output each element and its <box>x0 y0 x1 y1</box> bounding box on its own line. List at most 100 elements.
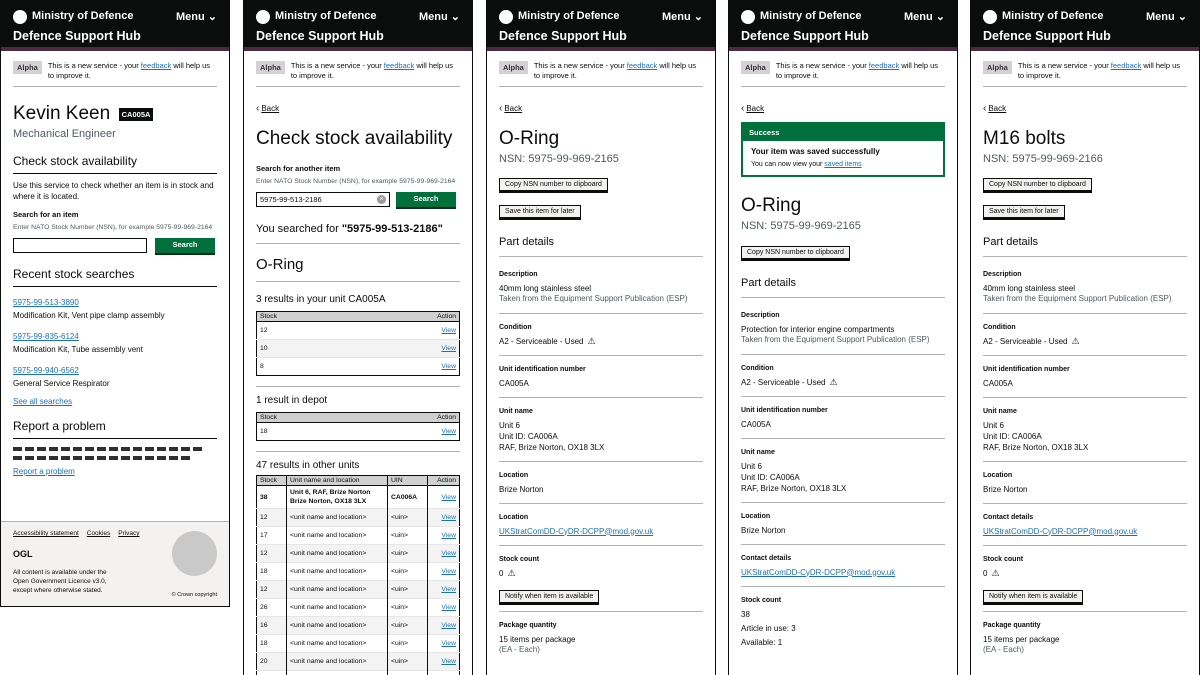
org-name[interactable]: Ministry of Defence <box>275 10 376 22</box>
service-name[interactable]: Defence Support Hub <box>741 29 869 43</box>
search-label: Search for an item <box>13 210 79 219</box>
divider <box>499 396 703 398</box>
org-name[interactable]: Ministry of Defence <box>1002 10 1103 22</box>
description-row: Description 40mm long stainless steel Ta… <box>983 271 1187 305</box>
item-title: M16 bolts <box>983 128 1066 149</box>
phase-text-before: This is a new service - your <box>1017 61 1111 70</box>
view-link[interactable]: View <box>441 327 456 334</box>
contact-row: Location UKStratComDD-CyDR-DCPP@mod.gov.… <box>499 514 703 537</box>
uin-cell: <uin> <box>387 580 428 599</box>
recent-search-link[interactable]: 5975-99-940-6562 <box>13 365 217 376</box>
view-link[interactable]: View <box>441 428 456 435</box>
menu-button[interactable]: Menu ⌄ <box>176 10 217 23</box>
unit-cell: <unit name and location> <box>286 544 388 563</box>
save-item-button[interactable]: Save this item for later <box>983 205 1065 218</box>
back-link[interactable]: Back <box>256 103 460 114</box>
search-input[interactable] <box>13 238 147 253</box>
divider <box>741 543 945 545</box>
copy-nsn-button[interactable]: Copy NSN number to clipboard <box>499 178 608 191</box>
view-link[interactable]: View <box>441 622 456 629</box>
mod-logo-icon[interactable] <box>13 10 27 24</box>
in-use-value: Article in use: 3 <box>741 623 796 633</box>
view-link[interactable]: View <box>441 640 456 647</box>
action-cell: View <box>427 616 460 635</box>
view-link[interactable]: View <box>441 550 456 557</box>
search-button[interactable]: Search <box>396 192 456 207</box>
view-link[interactable]: View <box>441 494 456 501</box>
uin-cell: <uin> <box>387 652 428 671</box>
clear-search-icon[interactable]: × <box>377 195 386 204</box>
notify-button[interactable]: Notify when item is available <box>499 589 600 603</box>
contact-row: Contact details UKStratComDD-CyDR-DCPP@m… <box>741 555 945 578</box>
service-name[interactable]: Defence Support Hub <box>13 29 141 43</box>
feedback-link[interactable]: feedback <box>1111 61 1141 70</box>
contact-email-link[interactable]: UKStratComDD-CyDR-DCPP@mod.gov.uk <box>499 526 703 537</box>
view-link[interactable]: View <box>441 532 456 539</box>
recent-search-link[interactable]: 5975-99-513-3890 <box>13 297 217 308</box>
service-name[interactable]: Defence Support Hub <box>499 29 627 43</box>
success-title: Success <box>743 124 943 141</box>
divider <box>741 501 945 503</box>
footer-link-accessibility[interactable]: Accessibility statement <box>13 530 79 537</box>
back-link[interactable]: Back <box>741 103 945 114</box>
search-hint: Enter NATO Stock Number (NSN), for examp… <box>13 224 213 231</box>
recent-search-link[interactable]: 5975-99-835-6124 <box>13 331 217 342</box>
contact-label: Contact details <box>983 513 1034 521</box>
org-name[interactable]: Ministry of Defence <box>32 10 133 22</box>
table-row: 20 <unit name and location> <uin> View <box>256 652 460 671</box>
condition-value: A2 - Serviceable - Used ⚠ <box>983 336 1187 347</box>
location-value: Brize Norton <box>741 525 786 535</box>
contact-email-link[interactable]: UKStratComDD-CyDR-DCPP@mod.gov.uk <box>741 567 945 578</box>
condition-value: A2 - Serviceable - Used ⚠ <box>741 377 945 388</box>
view-link[interactable]: View <box>441 604 456 611</box>
footer-link-privacy[interactable]: Privacy <box>118 530 139 537</box>
copy-nsn-button[interactable]: Copy NSN number to clipboard <box>741 246 850 259</box>
view-link[interactable]: View <box>441 363 456 370</box>
report-problem-link[interactable]: Report a problem <box>13 466 217 477</box>
unit-cell: <unit name and location> <box>286 616 388 635</box>
mod-logo-icon[interactable] <box>741 10 755 24</box>
divider <box>499 460 703 462</box>
view-link[interactable]: View <box>441 514 456 521</box>
copy-nsn-button[interactable]: Copy NSN number to clipboard <box>983 178 1092 191</box>
search-value: 5975-99-513-2186 <box>260 195 322 204</box>
service-name[interactable]: Defence Support Hub <box>983 29 1111 43</box>
feedback-link[interactable]: feedback <box>869 61 899 70</box>
search-input[interactable]: 5975-99-513-2186 × <box>256 192 390 207</box>
divider <box>983 256 1187 257</box>
org-name[interactable]: Ministry of Defence <box>760 10 861 22</box>
screen-item-detail-bolts: Ministry of Defence Menu ⌄ Defence Suppo… <box>970 0 1200 675</box>
menu-button[interactable]: Menu ⌄ <box>904 10 945 23</box>
feedback-link[interactable]: feedback <box>141 61 171 70</box>
column-header: UIN <box>387 475 428 486</box>
service-name[interactable]: Defence Support Hub <box>256 29 384 43</box>
view-link[interactable]: View <box>441 568 456 575</box>
notify-button[interactable]: Notify when item is available <box>983 589 1084 603</box>
phase-tag: Alpha <box>741 61 770 74</box>
contact-email-link[interactable]: UKStratComDD-CyDR-DCPP@mod.gov.uk <box>983 526 1187 537</box>
footer-link-cookies[interactable]: Cookies <box>87 530 110 537</box>
crown-copyright[interactable]: © Crown copyright <box>172 592 217 598</box>
action-cell: View <box>354 357 460 376</box>
feedback-link[interactable]: feedback <box>384 61 414 70</box>
saved-items-link[interactable]: saved items <box>824 161 861 168</box>
action-cell: View <box>427 598 460 617</box>
menu-button[interactable]: Menu ⌄ <box>1146 10 1187 23</box>
back-link[interactable]: Back <box>983 103 1187 114</box>
org-name[interactable]: Ministry of Defence <box>518 10 619 22</box>
menu-button[interactable]: Menu ⌄ <box>419 10 460 23</box>
location-value: Brize Norton <box>983 484 1028 494</box>
back-link[interactable]: Back <box>499 103 703 114</box>
menu-button[interactable]: Menu ⌄ <box>662 10 703 23</box>
unit-line: Unit ID: CA006A <box>983 431 1042 441</box>
feedback-link[interactable]: feedback <box>627 61 657 70</box>
save-item-button[interactable]: Save this item for later <box>499 205 581 218</box>
mod-logo-icon[interactable] <box>499 10 513 24</box>
view-link[interactable]: View <box>441 658 456 665</box>
see-all-link[interactable]: See all searches <box>13 396 217 407</box>
view-link[interactable]: View <box>441 345 456 352</box>
mod-logo-icon[interactable] <box>983 10 997 24</box>
mod-logo-icon[interactable] <box>256 10 270 24</box>
view-link[interactable]: View <box>441 586 456 593</box>
search-button[interactable]: Search <box>155 238 215 253</box>
